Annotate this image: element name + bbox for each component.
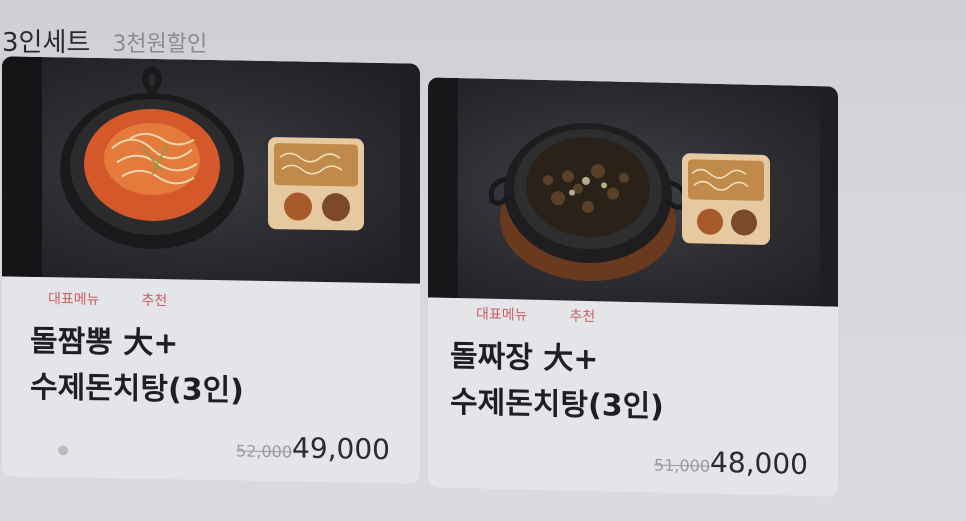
tag-signature: 대표메뉴 bbox=[48, 291, 100, 309]
section-discount-label: 3천원할인 bbox=[112, 32, 208, 57]
menu-photo[interactable] bbox=[428, 77, 838, 307]
menu-name: 돌짜장 大+ 수제돈치탕(3인) bbox=[450, 334, 664, 431]
menu-name-line1: 돌짬뽕 大+ bbox=[30, 323, 179, 362]
decorative-dot bbox=[58, 445, 68, 456]
menu-photo[interactable] bbox=[2, 56, 420, 284]
jjamppong-dish-image bbox=[2, 56, 420, 284]
menu-tags: 대표메뉴 추천 bbox=[470, 300, 601, 329]
tag-recommended: 추천 bbox=[569, 308, 596, 326]
menu-card[interactable]: 대표메뉴 추천 돌짜장 大+ 수제돈치탕(3인) 51,000 48,000 bbox=[428, 77, 838, 497]
sale-price: 49,000 bbox=[292, 431, 390, 467]
section-title: 3인세트 bbox=[2, 28, 91, 58]
menu-prices: 52,000 49,000 bbox=[236, 430, 390, 466]
menu-name-line1: 돌짜장 大+ bbox=[450, 338, 599, 378]
tag-recommended: 추천 bbox=[141, 292, 168, 310]
sale-price: 48,000 bbox=[710, 445, 808, 481]
menu-tags: 대표메뉴 추천 bbox=[42, 285, 173, 313]
menu-name-line2: 수제돈치탕(3인) bbox=[450, 384, 664, 425]
jjajang-dish-image bbox=[428, 77, 838, 307]
menu-name-line2: 수제돈치탕(3인) bbox=[30, 369, 244, 409]
original-price: 52,000 bbox=[236, 441, 293, 462]
menu-name: 돌짬뽕 大+ 수제돈치탕(3인) bbox=[30, 319, 244, 415]
menu-prices: 51,000 48,000 bbox=[654, 444, 808, 481]
tag-signature: 대표메뉴 bbox=[476, 306, 528, 324]
menu-card[interactable]: 대표메뉴 추천 돌짬뽕 大+ 수제돈치탕(3인) 52,000 49,000 bbox=[2, 56, 420, 484]
original-price: 51,000 bbox=[654, 455, 711, 476]
section-header: 3인세트 3천원할인 bbox=[0, 22, 207, 59]
